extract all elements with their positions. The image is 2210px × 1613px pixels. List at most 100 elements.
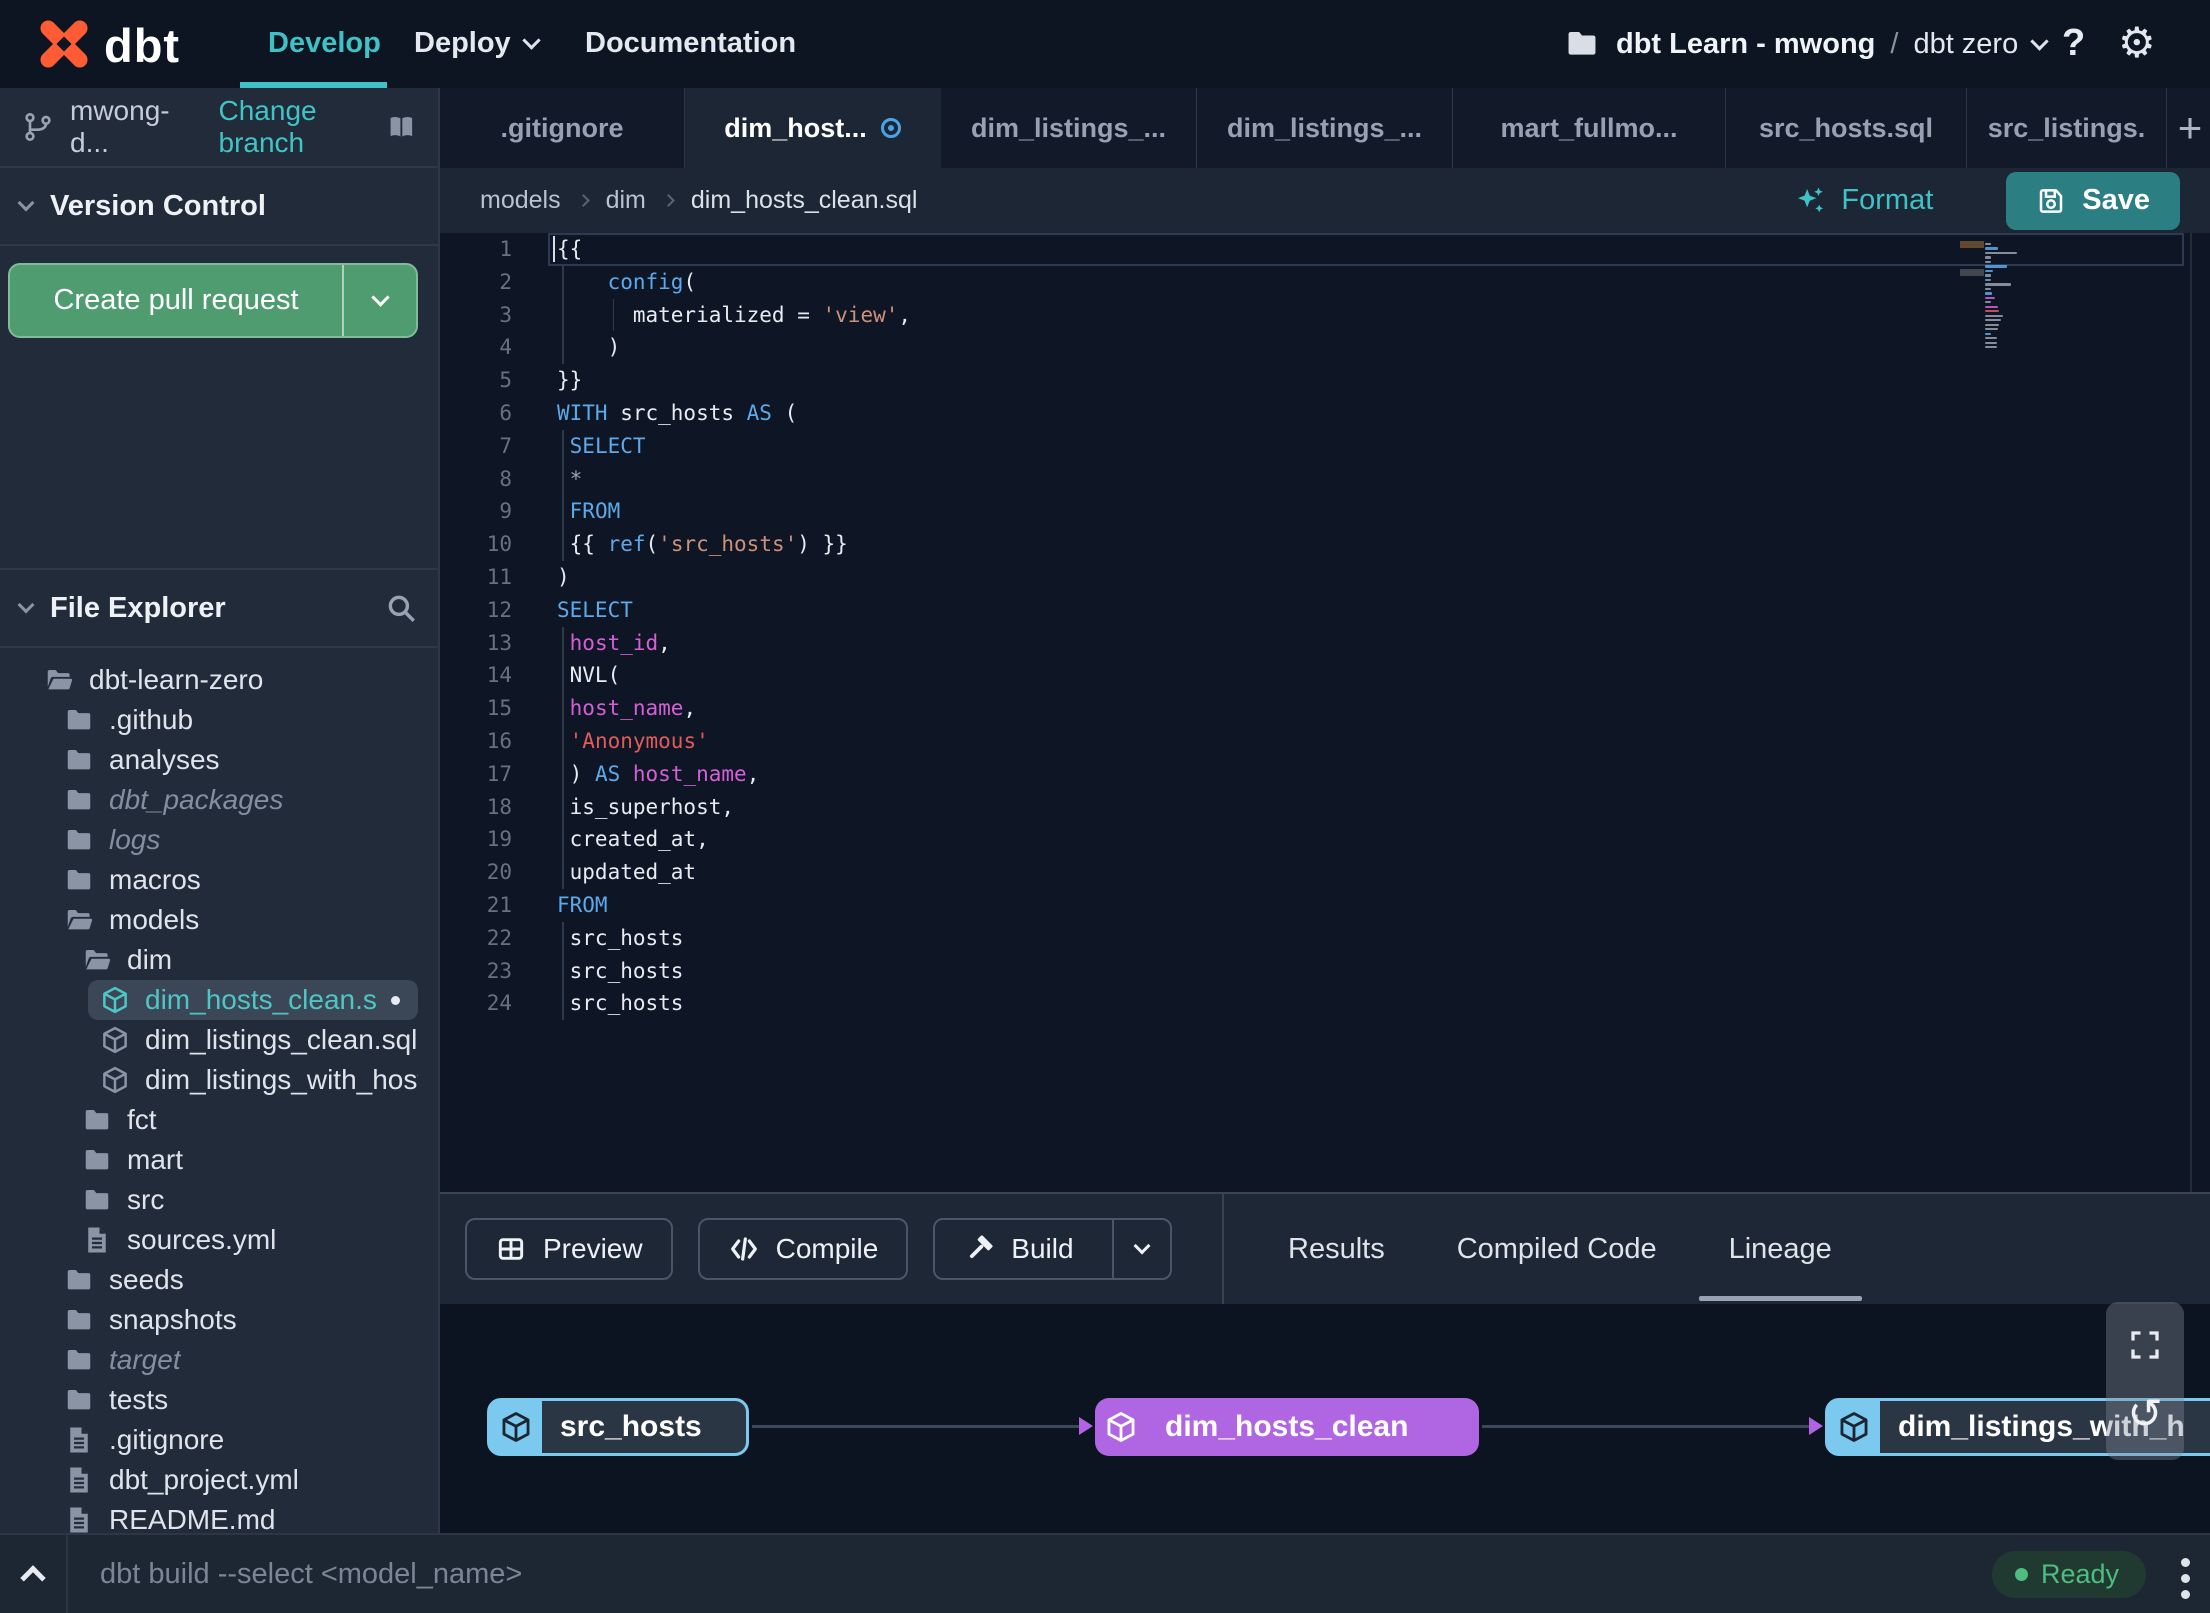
- save-icon: [2040, 188, 2063, 213]
- code-line-17[interactable]: ) AS host_name,: [557, 758, 2150, 791]
- code-line-20[interactable]: updated_at: [557, 856, 2150, 889]
- project-selector[interactable]: dbt Learn - mwong / dbt zero: [1563, 0, 2049, 88]
- tree-folder-src[interactable]: src: [0, 1180, 438, 1220]
- code-line-2[interactable]: config(: [557, 266, 2150, 299]
- new-tab-button[interactable]: +: [2167, 88, 2210, 168]
- tree-folder-analyses[interactable]: analyses: [0, 740, 438, 780]
- docs-book-icon[interactable]: [387, 111, 416, 143]
- minimap[interactable]: [1985, 243, 2060, 351]
- gear-icon[interactable]: ⚙: [2118, 18, 2156, 67]
- create-pull-request-button[interactable]: Create pull request: [8, 263, 418, 338]
- search-icon[interactable]: [384, 591, 418, 625]
- tree-folder-macros[interactable]: macros: [0, 860, 438, 900]
- build-dropdown-button[interactable]: [1111, 1220, 1170, 1278]
- tree-item-label: dbt_project.yml: [109, 1464, 299, 1495]
- panel-tab-lineage[interactable]: Lineage: [1698, 1194, 1863, 1304]
- pr-dropdown-button[interactable]: [342, 265, 416, 336]
- nav-documentation[interactable]: Documentation: [585, 27, 796, 60]
- folder-open-icon: [64, 905, 94, 935]
- code-line-24[interactable]: src_hosts: [557, 987, 2150, 1020]
- reset-view-icon[interactable]: ↺: [2127, 1393, 2162, 1435]
- lineage-node-src_hosts[interactable]: src_hosts: [487, 1398, 749, 1456]
- tree-folder-mart[interactable]: mart: [0, 1140, 438, 1180]
- editor-tab-dim_listings_...[interactable]: dim_listings_...: [941, 88, 1197, 168]
- editor-tab-src_listings.[interactable]: src_listings.: [1967, 88, 2167, 168]
- nav-deploy[interactable]: Deploy: [414, 27, 541, 60]
- tree-file-dim_listings_with_hosts...[interactable]: dim_listings_with_hosts...: [0, 1060, 438, 1100]
- breadcrumb-file: dim_hosts_clean.sql: [690, 186, 918, 214]
- code-line-1[interactable]: {{: [557, 233, 2150, 266]
- tree-folder-dbt_packages[interactable]: dbt_packages: [0, 780, 438, 820]
- chevron-up-icon[interactable]: [20, 1565, 46, 1591]
- code-content[interactable]: {{ config( materialized = 'view', )}} WIT…: [557, 233, 2150, 1020]
- format-button[interactable]: Format: [1793, 184, 1933, 218]
- version-control-header[interactable]: Version Control: [0, 168, 438, 246]
- file-icon: [82, 1225, 112, 1255]
- code-line-18[interactable]: is_superhost,: [557, 791, 2150, 824]
- code-line-21[interactable]: FROM: [557, 889, 2150, 922]
- tree-file-README.md[interactable]: README.md: [0, 1500, 438, 1533]
- compile-button[interactable]: Compile: [697, 1218, 909, 1280]
- nav-develop[interactable]: Develop: [268, 27, 381, 60]
- lineage-node-dim_hosts_clean[interactable]: dim_hosts_clean: [1095, 1398, 1479, 1456]
- panel-tab-results[interactable]: Results: [1282, 1194, 1391, 1304]
- lineage-canvas[interactable]: ↺ src_hosts dim_hosts_clean dim_listings_w…: [440, 1302, 2210, 1533]
- panel-tab-compiled-code[interactable]: Compiled Code: [1451, 1194, 1663, 1304]
- kebab-menu-icon[interactable]: [2181, 1558, 2190, 1599]
- tree-folder-models[interactable]: models: [0, 900, 438, 940]
- unsaved-changes-icon[interactable]: [880, 118, 901, 138]
- tree-folder-logs[interactable]: logs: [0, 820, 438, 860]
- tree-item-label: dim_hosts_clean.sql: [145, 984, 376, 1015]
- tree-folder-tests[interactable]: tests: [0, 1380, 438, 1420]
- code-line-12[interactable]: SELECT: [557, 594, 2150, 627]
- tree-folder-target[interactable]: target: [0, 1340, 438, 1380]
- save-button[interactable]: Save: [2006, 171, 2180, 230]
- code-line-14[interactable]: NVL(: [557, 659, 2150, 692]
- code-line-13[interactable]: host_id,: [557, 627, 2150, 660]
- code-line-10[interactable]: {{ ref('src_hosts') }}: [557, 528, 2150, 561]
- tree-file-dim_listings_clean.sql[interactable]: dim_listings_clean.sql: [0, 1020, 438, 1060]
- code-line-6[interactable]: WITH src_hosts AS (: [557, 397, 2150, 430]
- tree-item-label: .github: [109, 704, 194, 735]
- tree-item-label: mart: [127, 1144, 183, 1175]
- code-line-4[interactable]: ): [557, 331, 2150, 364]
- editor-tab-.gitignore[interactable]: .gitignore: [440, 88, 685, 168]
- tree-file-.gitignore[interactable]: .gitignore: [0, 1420, 438, 1460]
- editor-tab-mart_fullmo...[interactable]: mart_fullmo...: [1453, 88, 1726, 168]
- tree-file-dim_hosts_clean.sql[interactable]: dim_hosts_clean.sql: [0, 980, 438, 1020]
- breadcrumb-dim[interactable]: dim: [606, 186, 646, 215]
- tree-folder-snapshots[interactable]: snapshots: [0, 1300, 438, 1340]
- fullscreen-icon[interactable]: [2127, 1327, 2163, 1363]
- tree-folder-fct[interactable]: fct: [0, 1100, 438, 1140]
- code-line-16[interactable]: 'Anonymous': [557, 725, 2150, 758]
- code-line-22[interactable]: src_hosts: [557, 922, 2150, 955]
- tree-folder-.github[interactable]: .github: [0, 700, 438, 740]
- command-input[interactable]: dbt build --select <model_name>: [100, 1558, 522, 1591]
- folder-open-icon: [44, 665, 74, 695]
- code-line-11[interactable]: ): [557, 561, 2150, 594]
- code-line-19[interactable]: created_at,: [557, 823, 2150, 856]
- code-line-15[interactable]: host_name,: [557, 692, 2150, 725]
- tree-folder-dbt-learn-zero[interactable]: dbt-learn-zero: [0, 660, 438, 700]
- breadcrumb-models[interactable]: models: [480, 186, 561, 215]
- tree-folder-seeds[interactable]: seeds: [0, 1260, 438, 1300]
- code-line-23[interactable]: src_hosts: [557, 955, 2150, 988]
- change-branch-link[interactable]: Change branch: [219, 95, 372, 159]
- editor-tab-src_hosts.sql[interactable]: src_hosts.sql: [1726, 88, 1967, 168]
- tree-file-sources.yml[interactable]: sources.yml: [0, 1220, 438, 1260]
- code-editor[interactable]: 1 2 3 4 5 6 7 8 9 10 11 12 13 14 15 16 17 18 19 20 21 22 23 24 …: [440, 233, 2210, 1192]
- tree-file-dbt_project.yml[interactable]: dbt_project.yml: [0, 1460, 438, 1500]
- code-line-3[interactable]: materialized = 'view',: [557, 299, 2150, 332]
- build-button[interactable]: Build: [933, 1218, 1172, 1280]
- code-line-5[interactable]: }}: [557, 364, 2150, 397]
- tree-folder-dim[interactable]: dim: [0, 940, 438, 980]
- code-line-9[interactable]: FROM: [557, 495, 2150, 528]
- editor-tab-dim_listings_...[interactable]: dim_listings_...: [1197, 88, 1453, 168]
- editor-scrollbar[interactable]: [2190, 233, 2192, 1192]
- help-icon[interactable]: ?: [2062, 22, 2085, 65]
- code-line-7[interactable]: SELECT: [557, 430, 2150, 463]
- editor-tab-dim_host...[interactable]: dim_host...: [685, 88, 941, 168]
- preview-button[interactable]: Preview: [465, 1218, 673, 1280]
- code-line-8[interactable]: *: [557, 463, 2150, 496]
- file-explorer-header[interactable]: File Explorer: [0, 568, 438, 648]
